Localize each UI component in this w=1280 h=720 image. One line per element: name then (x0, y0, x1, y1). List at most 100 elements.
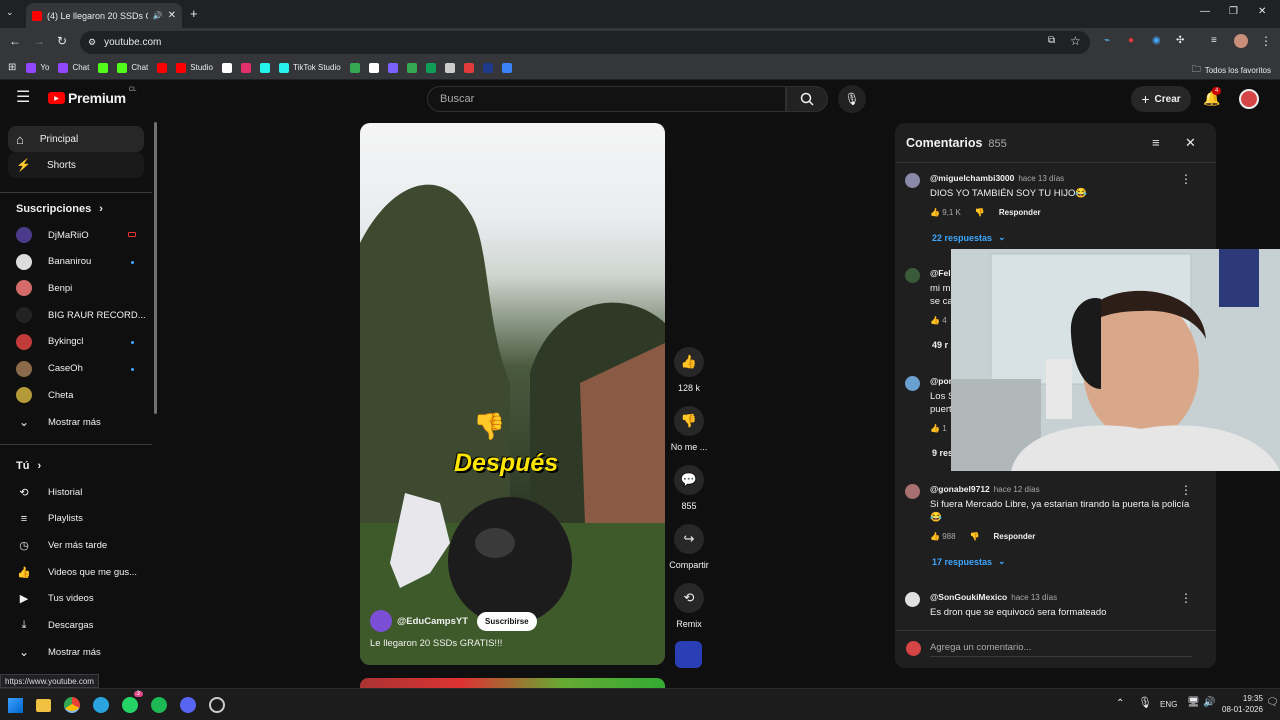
channel-name[interactable]: @EduCampsYT (397, 616, 468, 627)
reading-list-icon[interactable]: ≡ (1211, 36, 1217, 46)
file-explorer-icon[interactable] (36, 698, 51, 712)
sidebar-item-you[interactable]: ⤓ Descargas (16, 615, 140, 637)
chevron-up-icon[interactable]: ⌃ (1116, 699, 1124, 709)
restore-icon[interactable]: ❐ (1229, 7, 1238, 17)
spotify-icon[interactable] (151, 697, 167, 713)
hamburger-menu-icon[interactable]: ☰ (16, 90, 30, 106)
sidebar-item-principal[interactable]: ⌂ Principal (8, 126, 144, 152)
reply-button[interactable]: Responder (994, 532, 1036, 541)
sidebar-item-subscription[interactable]: Cheta (16, 384, 140, 406)
comment-user[interactable]: @miguelchambi3000 (930, 173, 1014, 183)
bookmark-item[interactable] (349, 62, 360, 73)
discord-icon[interactable] (180, 697, 196, 713)
sidebar-item-subscription[interactable]: CaseOh (16, 358, 140, 380)
dislike-action[interactable]: 👎 No me ... (668, 406, 710, 452)
minimize-icon[interactable]: — (1200, 7, 1210, 17)
comment-dislike-icon[interactable]: 👎 (975, 208, 985, 217)
commenter-avatar[interactable] (905, 484, 920, 499)
comment-like-button[interactable]: 👍 4 (930, 316, 947, 325)
sidebar-scrollbar[interactable] (154, 122, 157, 414)
close-tab-icon[interactable]: ✕ (168, 10, 176, 21)
profile-avatar[interactable] (1234, 34, 1248, 48)
dislike-button[interactable]: 👎 (674, 406, 704, 436)
reply-button[interactable]: Responder (999, 208, 1041, 217)
bookmark-item[interactable] (463, 62, 474, 73)
bookmark-item[interactable]: Chat (117, 62, 148, 73)
close-window-icon[interactable]: ✕ (1258, 7, 1266, 17)
bookmark-item[interactable] (387, 62, 398, 73)
obs-icon[interactable] (209, 697, 225, 713)
sidebar-item-you[interactable]: ◷ Ver más tarde (16, 534, 140, 556)
comment-menu-icon[interactable]: ⋮ (1180, 484, 1192, 496)
browser-tab[interactable]: (4) Le llegaron 20 SSDs GRATIS 🔊 ✕ (26, 3, 182, 28)
add-comment-input[interactable]: Agrega un comentario... (930, 642, 1192, 657)
bookmark-item[interactable] (425, 62, 436, 73)
bookmark-item[interactable]: Chat (58, 62, 89, 73)
commenter-avatar[interactable] (905, 268, 920, 283)
show-more-subscriptions[interactable]: ⌄ Mostrar más (16, 411, 140, 433)
replies-toggle[interactable]: 17 respuestas ⌄ (932, 556, 1205, 567)
sidebar-item-subscription[interactable]: Benpi (16, 277, 140, 299)
comment-user[interactable]: @gonabel9712 (930, 484, 990, 494)
bookmark-item[interactable] (98, 62, 109, 73)
next-short-preview[interactable] (360, 678, 665, 688)
bookmark-item[interactable]: Yo (26, 62, 49, 73)
extension-icon[interactable]: ⌁ (1104, 36, 1110, 46)
commenter-avatar[interactable] (905, 592, 920, 607)
channel-avatar[interactable] (370, 610, 392, 632)
microphone-icon[interactable]: 🎙 (1138, 698, 1152, 709)
comment-like-button[interactable]: 👍 988 (930, 532, 956, 541)
forward-icon[interactable]: → (33, 35, 45, 47)
sidebar-item-you[interactable]: ▶ Tus videos (16, 588, 140, 610)
remix-button[interactable]: ⟲ (674, 583, 704, 613)
chrome-menu-icon[interactable]: ⋮ (1260, 35, 1272, 47)
comments-action[interactable]: 💬 855 (668, 465, 710, 511)
sidebar-item-you[interactable]: ≡ Playlists (16, 508, 140, 530)
network-icon[interactable]: 🖥 (1187, 698, 1200, 708)
volume-icon[interactable]: 🔊 (1203, 698, 1215, 708)
speaker-icon[interactable]: 🔊 (153, 11, 163, 20)
voice-search-button[interactable]: 🎙 (838, 85, 866, 113)
short-video-player[interactable]: 👎 Después @EduCampsYT Suscribirse Le lle… (360, 123, 665, 665)
clock[interactable]: 19:35 08-01-2026 (1222, 693, 1263, 715)
sidebar-item-subscription[interactable]: Bykingcl (16, 331, 140, 353)
all-bookmarks[interactable]: 🗀 Todos los favoritos (1192, 62, 1271, 78)
you-heading[interactable]: Tú › (16, 460, 41, 472)
telegram-icon[interactable] (93, 697, 109, 713)
share-button[interactable]: ↪ (674, 524, 704, 554)
bookmark-item[interactable] (368, 62, 379, 73)
sidebar-item-you[interactable]: ⟲ Historial (16, 481, 140, 503)
like-button[interactable]: 👍 (674, 347, 704, 377)
sidebar-item-shorts[interactable]: ⚡ Shorts (8, 152, 144, 178)
site-info-icon[interactable]: ⚙ (88, 37, 96, 48)
bookmark-item[interactable] (444, 62, 455, 73)
share-action[interactable]: ↪ Compartir (668, 524, 710, 570)
install-app-icon[interactable]: ⧉ (1048, 36, 1055, 46)
commenter-avatar[interactable] (905, 173, 920, 188)
create-button[interactable]: + Crear (1131, 86, 1191, 112)
comment-menu-icon[interactable]: ⋮ (1180, 592, 1192, 604)
comment-menu-icon[interactable]: ⋮ (1180, 173, 1192, 185)
bookmark-item[interactable] (482, 62, 493, 73)
bookmark-item[interactable] (501, 62, 512, 73)
bookmark-item[interactable] (221, 62, 232, 73)
replies-toggle[interactable]: 22 respuestas ⌄ (932, 232, 1205, 243)
account-avatar[interactable] (1239, 89, 1259, 109)
tab-search-icon[interactable]: ⌄ (6, 8, 14, 17)
comment-dislike-icon[interactable]: 👎 (970, 532, 980, 541)
sidebar-item-subscription[interactable]: BIG RAUR RECORD... (16, 304, 146, 326)
apps-grid-icon[interactable]: ⊞ (8, 62, 16, 73)
whatsapp-icon[interactable]: 3 (122, 691, 143, 713)
notification-center-icon[interactable]: 🗨 (1266, 698, 1279, 708)
remix-action[interactable]: ⟲ Remix (668, 583, 710, 629)
comment-user[interactable]: @SonGoukiMexico (930, 592, 1007, 602)
commenter-avatar[interactable] (905, 376, 920, 391)
comment-user[interactable]: @Feli (930, 268, 953, 278)
extension-icon[interactable]: ● (1128, 36, 1134, 46)
show-more-you[interactable]: ⌄ Mostrar más (16, 641, 140, 663)
bookmark-item[interactable]: Studio (176, 62, 213, 73)
bookmark-star-icon[interactable]: ☆ (1070, 35, 1081, 47)
search-button[interactable] (786, 86, 828, 112)
comment-like-button[interactable]: 👍 9,1 K (930, 208, 961, 217)
subscriptions-heading[interactable]: Suscripciones › (16, 203, 103, 215)
